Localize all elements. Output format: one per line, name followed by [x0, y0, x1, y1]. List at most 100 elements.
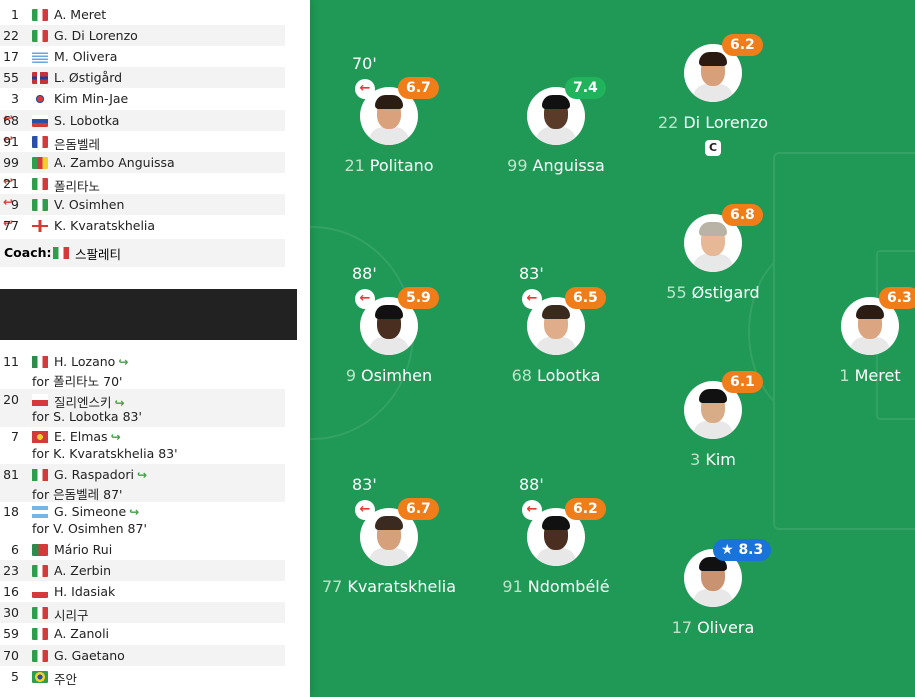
player-name: Kim Min-Jae — [54, 91, 129, 107]
starter-row[interactable]: 9 V. Osimhen ↩ — [0, 193, 285, 215]
substitute-row[interactable]: 81 G. Raspadori ↪ for 은돔벨레 87' — [0, 463, 285, 502]
starter-row[interactable]: 21 폴리타노 ↩ — [0, 173, 285, 194]
sub-out-icon: ← — [522, 289, 542, 309]
pitch-player[interactable]: 9 Osimhen 5.9 ← 88' — [319, 264, 459, 397]
starter-row[interactable]: 68 S. Lobotka ↩ — [0, 109, 285, 131]
player-name: 시리구 — [54, 608, 89, 624]
player-name: H. Lozano ↪ — [54, 354, 129, 369]
player-number: 1 — [11, 7, 19, 22]
substitution-detail: for V. Osimhen 87' — [32, 521, 147, 537]
player-name: Olivera — [697, 618, 755, 637]
bench-row[interactable]: 30 시리구 — [0, 602, 285, 624]
player-hair — [699, 389, 727, 403]
rating-badge: 6.8 — [722, 204, 763, 226]
pitch-player[interactable]: 68 Lobotka 6.5 ← 83' — [486, 264, 626, 397]
bench-row[interactable]: 6 Mário Rui — [0, 539, 285, 560]
player-number: 18 — [3, 504, 19, 520]
player-hair — [375, 95, 403, 109]
starter-row[interactable]: 55 L. Østigård — [0, 67, 285, 89]
sub-minute: 83' — [519, 264, 544, 283]
player-number: 68 — [3, 112, 19, 128]
rating-value: 5.9 — [406, 290, 431, 306]
player-number: 20 — [3, 391, 19, 407]
substitution-detail: for K. Kvaratskhelia 83' — [32, 446, 178, 462]
substitute-row[interactable]: 7 E. Elmas ↪ for K. Kvaratskhelia 83' — [0, 426, 285, 464]
flag-icon — [32, 177, 48, 190]
player-label: 1 Meret — [770, 366, 915, 385]
player-number: 23 — [3, 563, 19, 579]
section-divider-bar — [0, 289, 297, 340]
starter-row[interactable]: 3 Kim Min-Jae — [0, 88, 285, 109]
sub-minute: 88' — [352, 264, 377, 283]
substitute-row[interactable]: 20 질리엔스키 ↪ for S. Lobotka 83' — [0, 388, 285, 427]
player-label: 91 Ndombélé — [456, 577, 656, 596]
player-label: 3 Kim — [613, 450, 813, 469]
substitution-detail: for S. Lobotka 83' — [32, 408, 142, 424]
starter-row[interactable]: 99 A. Zambo Anguissa — [0, 151, 285, 173]
flag-icon — [32, 607, 48, 620]
bench-row[interactable]: 16 H. Idasiak — [0, 581, 285, 602]
starter-row[interactable]: 1 A. Meret — [0, 4, 285, 25]
starter-row[interactable]: 22 G. Di Lorenzo — [0, 25, 285, 47]
bench-row[interactable]: 70 G. Gaetano — [0, 644, 285, 666]
player-number: 21 — [344, 156, 365, 175]
star-icon: ★ — [721, 542, 739, 558]
flag-icon — [32, 356, 48, 368]
starter-row[interactable]: 91 은돔벨레 ↩ — [0, 131, 285, 152]
player-name: Ndombélé — [527, 577, 610, 596]
substitute-row[interactable]: 11 H. Lozano ↪ for 폴리타노 70' — [0, 351, 285, 389]
pitch-player[interactable]: 21 Politano 6.7 ← 70' — [319, 54, 459, 187]
player-number: 99 — [3, 154, 19, 170]
player-hair — [375, 305, 403, 319]
player-name: 은돔벨레 — [54, 136, 101, 152]
sub-minute: 88' — [519, 475, 544, 494]
sub-in-icon: ↪ — [129, 505, 140, 520]
rating-badge: 5.9 — [398, 287, 439, 309]
flag-icon — [32, 30, 48, 43]
pitch-player[interactable]: 17 Olivera ★ 8.3 — [643, 539, 783, 649]
rating-badge: 6.2 — [565, 498, 606, 520]
lineup-list-panel: 1 A. Meret 22 G. Di Lorenzo 17 M. Olivera 55 L.… — [0, 0, 310, 697]
sub-in-icon: ↪ — [118, 355, 129, 369]
player-name: L. Østigård — [54, 70, 123, 86]
player-name: Di Lorenzo — [683, 113, 769, 132]
pitch-player[interactable]: 3 Kim 6.1 — [643, 371, 783, 481]
sub-in-icon: ↪ — [114, 395, 125, 410]
rating-value: 6.3 — [887, 290, 912, 306]
rating-value: 6.1 — [730, 374, 755, 390]
bench-row[interactable]: 23 A. Zerbin — [0, 560, 285, 582]
rating-badge: 7.4 — [565, 77, 606, 99]
player-name: Lobotka — [536, 366, 601, 385]
pitch-player[interactable]: 77 Kvaratskhelia 6.7 ← 83' — [319, 475, 459, 608]
player-number: 91 — [3, 133, 19, 149]
pitch-player[interactable]: 22 Di Lorenzo 6.2 C — [643, 34, 783, 156]
bench-row[interactable]: 59 A. Zanoli — [0, 623, 285, 644]
player-label: 68 Lobotka — [456, 366, 656, 385]
flag-icon — [32, 135, 48, 148]
rating-value: 6.2 — [573, 501, 598, 517]
flag-icon — [32, 220, 48, 232]
starter-row[interactable]: 17 M. Olivera — [0, 46, 285, 67]
substitute-row[interactable]: 18 G. Simeone ↪ for V. Osimhen 87' — [0, 501, 285, 539]
player-name: Anguissa — [532, 156, 605, 175]
player-name: Mário Rui — [54, 542, 113, 557]
bench-row[interactable]: 5 주안 — [0, 666, 285, 687]
flag-icon — [32, 468, 48, 481]
player-number: 17 — [3, 49, 19, 65]
player-number: 1 — [839, 366, 850, 385]
pitch-player[interactable]: 99 Anguissa 7.4 — [486, 77, 626, 187]
coach-name: 스팔레티 — [75, 247, 122, 262]
starter-row[interactable]: 77 K. Kvaratskhelia ↩ — [0, 215, 285, 236]
rating-value: 8.3 — [738, 542, 764, 558]
player-label: 55 Østigard — [613, 283, 813, 302]
pitch-player[interactable]: 91 Ndombélé 6.2 ← 88' — [486, 475, 626, 608]
coach-row[interactable]: Coach: 스팔레티 — [0, 239, 285, 267]
flag-icon — [32, 156, 48, 169]
substitution-detail: for 폴리타노 70' — [32, 374, 123, 389]
pitch-player[interactable]: 1 Meret 6.3 — [800, 287, 915, 397]
flag-icon — [32, 506, 48, 519]
pitch-player[interactable]: 55 Østigard 6.8 — [643, 204, 783, 314]
player-name: Kim — [705, 450, 736, 469]
sub-minute: 70' — [352, 54, 377, 73]
player-number: 55 — [666, 283, 687, 302]
